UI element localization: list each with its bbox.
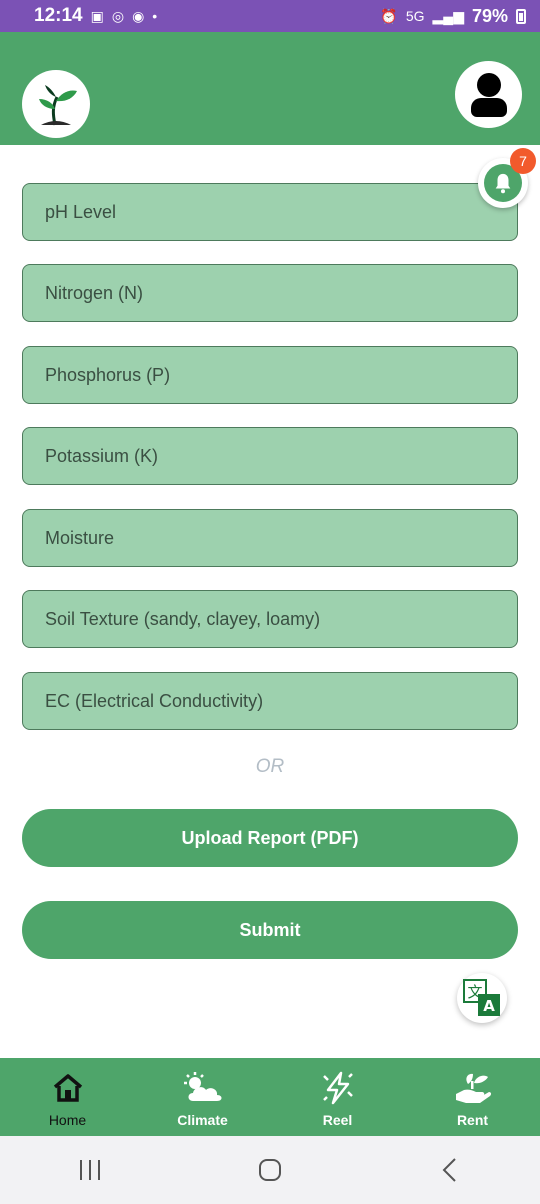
nav-home[interactable]: Home — [0, 1058, 135, 1136]
nav-reel[interactable]: Reel — [270, 1058, 405, 1136]
dot-icon: • — [152, 8, 158, 24]
soil-texture-input[interactable] — [22, 590, 518, 648]
home-circle-icon — [259, 1159, 281, 1181]
home-system-button[interactable] — [240, 1150, 300, 1190]
app-icon: ◉ — [132, 7, 145, 24]
user-icon — [477, 73, 501, 97]
notification-badge: 7 — [510, 148, 536, 174]
nav-climate-label: Climate — [177, 1112, 228, 1128]
svg-text:A: A — [483, 997, 495, 1015]
plant-logo-icon[interactable] — [22, 70, 90, 138]
bottom-nav: Home Climate Reel Rent — [0, 1058, 540, 1136]
battery-level: 79% — [471, 5, 508, 26]
nav-rent[interactable]: Rent — [405, 1058, 540, 1136]
status-time: 12:14 — [34, 5, 83, 26]
nitrogen-input[interactable] — [22, 264, 518, 322]
ec-input[interactable] — [22, 672, 518, 730]
upload-report-button[interactable]: Upload Report (PDF) — [22, 809, 518, 867]
battery-icon — [516, 8, 526, 24]
nav-climate[interactable]: Climate — [135, 1058, 270, 1136]
recents-icon — [80, 1160, 100, 1180]
gallery-icon: ▣ — [90, 7, 104, 24]
back-button[interactable] — [420, 1150, 480, 1190]
translate-icon: 文 A — [463, 979, 500, 1016]
network-type: 5G — [405, 8, 425, 24]
submit-button[interactable]: Submit — [22, 901, 518, 959]
ph-level-input[interactable] — [22, 183, 518, 241]
app-icon: ◎ — [111, 7, 125, 24]
back-chevron-icon — [442, 1158, 456, 1182]
moisture-input[interactable] — [22, 509, 518, 567]
recent-apps-button[interactable] — [60, 1150, 120, 1190]
alarm-icon: ⏰ — [380, 7, 398, 24]
profile-avatar[interactable] — [455, 61, 522, 128]
lightning-icon — [320, 1070, 356, 1106]
nav-reel-label: Reel — [322, 1112, 353, 1128]
home-icon — [52, 1070, 84, 1106]
hand-plant-icon — [454, 1070, 492, 1106]
potassium-input[interactable] — [22, 427, 518, 485]
status-bar: 12:14 ▣ ◎ ◉ • ⏰ 5G ▂▄▆ 79% — [0, 0, 540, 32]
nav-rent-label: Rent — [456, 1112, 489, 1128]
phosphorus-input[interactable] — [22, 346, 518, 404]
or-divider: OR — [255, 756, 285, 777]
translate-button[interactable]: 文 A — [457, 973, 507, 1023]
signal-icon: ▂▄▆ — [432, 7, 464, 24]
nav-home-label: Home — [48, 1112, 87, 1128]
cloud-sun-icon — [181, 1070, 225, 1106]
app-bar — [0, 32, 540, 145]
system-nav-bar — [0, 1136, 540, 1204]
